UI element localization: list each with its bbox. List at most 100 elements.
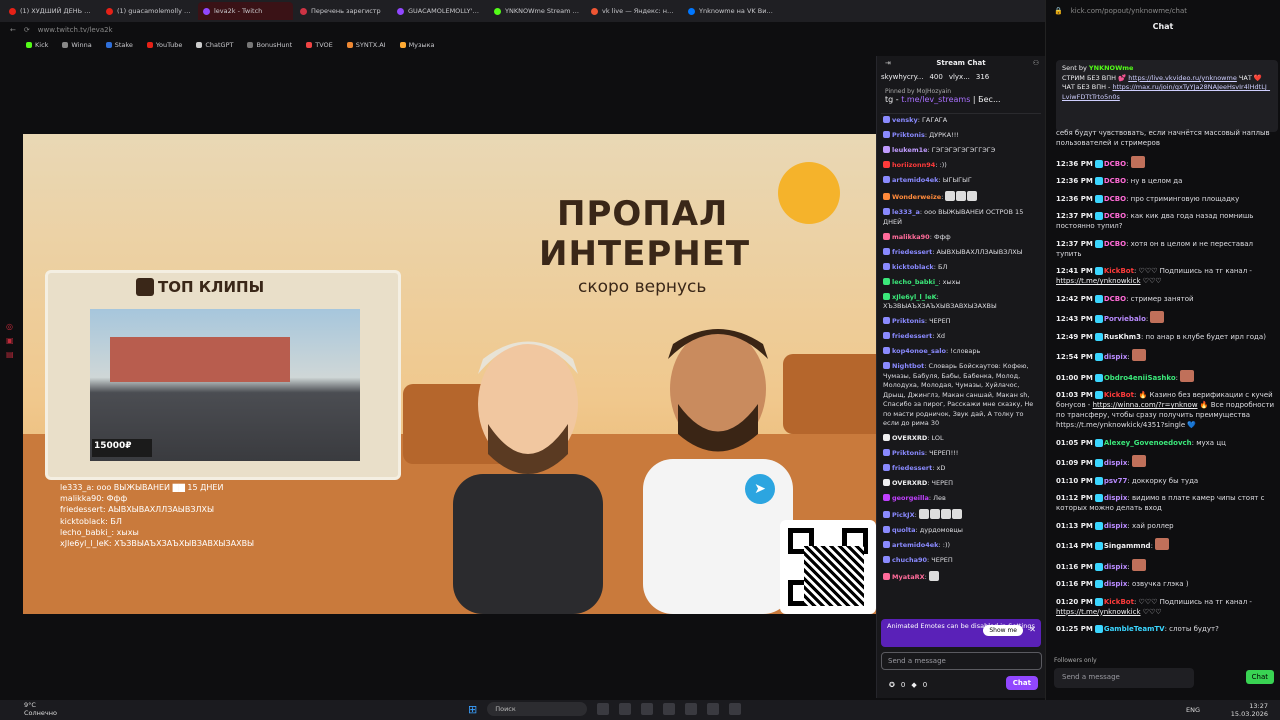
chat-link[interactable]: https://t.me/ynknowkick xyxy=(1056,608,1141,616)
language-indicator[interactable]: ENG xyxy=(1186,706,1200,714)
chat-username[interactable]: Alexey_Govenoedovch xyxy=(1104,439,1192,447)
chat-username[interactable]: RusKhm3 xyxy=(1104,333,1141,341)
telegram-icon[interactable] xyxy=(685,703,698,715)
chat-send-button[interactable]: Chat xyxy=(1005,676,1038,690)
tab-2[interactable]: leva2k - Twitch xyxy=(198,2,293,20)
popout-url[interactable]: kick.com/popout/ynknowme/chat xyxy=(1071,7,1187,15)
chat-username[interactable]: horiizonn94 xyxy=(892,161,935,169)
chat-username[interactable]: Singammnd xyxy=(1104,542,1151,550)
bookmark-3[interactable]: YouTube xyxy=(146,41,182,49)
chat-link[interactable]: https://winna.com/?r=ynknow xyxy=(1093,401,1198,409)
users-icon[interactable]: ⚇ xyxy=(1033,59,1039,67)
tab-7[interactable]: Ynknowme на VK Видео L xyxy=(683,2,778,20)
folder-icon[interactable] xyxy=(663,703,676,715)
chat-username[interactable]: le333_a xyxy=(892,208,920,216)
chat-username[interactable]: dispix xyxy=(1104,459,1128,467)
chat-username[interactable]: DCBO xyxy=(1104,212,1126,220)
chat-username[interactable]: KickBot xyxy=(1104,598,1134,606)
url-text[interactable]: www.twitch.tv/leva2k xyxy=(38,26,113,34)
chat-username[interactable]: KickBot xyxy=(1104,267,1134,275)
bookmark-8[interactable]: Музыка xyxy=(399,41,435,49)
bookmark-1[interactable]: Winna xyxy=(62,41,92,49)
taskview-icon[interactable] xyxy=(597,703,610,715)
popout-address-bar[interactable]: 🔒 kick.com/popout/ynknowme/chat xyxy=(1046,0,1280,22)
chat-username[interactable]: DCBO xyxy=(1104,240,1126,248)
chat-username[interactable]: MyataRX xyxy=(892,573,925,581)
yandex-icon[interactable] xyxy=(641,703,654,715)
bits-icon[interactable]: ◆ xyxy=(911,681,916,689)
pinned-link[interactable]: t.me/lev_streams xyxy=(901,95,970,104)
address-bar[interactable]: ← ⟳ www.twitch.tv/leva2k xyxy=(0,22,1045,38)
chat-username[interactable]: Obdro4eniiSashko xyxy=(1104,374,1176,382)
windows-icon[interactable]: ⊞ xyxy=(468,703,477,716)
tab-4[interactable]: GUACAMOLEMOLLY's Vi xyxy=(392,2,487,20)
chat-username[interactable]: psv77 xyxy=(1104,477,1127,485)
chat-username[interactable]: DCBO xyxy=(1104,295,1126,303)
chat-username[interactable]: georgeilla xyxy=(892,494,929,502)
bookmark-6[interactable]: TVOE xyxy=(306,41,333,49)
chat-username[interactable]: lecho_babki_ xyxy=(892,278,938,286)
tab-0[interactable]: (1) ХУДШИЙ ДЕНЬ в АОН xyxy=(4,2,99,20)
chat-username[interactable]: kop4onoe_salo xyxy=(892,347,946,355)
tab-3[interactable]: Перечень зарегистр xyxy=(295,2,390,20)
chat-username[interactable]: dispix xyxy=(1104,580,1128,588)
stream-chat-input[interactable]: Send a message xyxy=(881,652,1042,670)
back-icon[interactable]: ← xyxy=(10,26,16,34)
chat-username[interactable]: Wonderweize xyxy=(892,193,941,201)
chat-username[interactable]: dispix xyxy=(1104,353,1128,361)
chat-username[interactable]: OVERXRD xyxy=(892,434,927,442)
chat-username[interactable]: DCBO xyxy=(1104,177,1126,185)
chat-username[interactable]: artemido4ek xyxy=(892,176,938,184)
chat-username[interactable]: OVERXRD xyxy=(892,479,927,487)
chat-username[interactable]: dispix xyxy=(1104,494,1128,502)
chat-username[interactable]: Nightbot xyxy=(892,362,924,370)
tab-5[interactable]: YNKNOWme Stream - Wa xyxy=(489,2,584,20)
rec-icon[interactable]: ◎ xyxy=(6,320,14,334)
tab-1[interactable]: (1) guacamolemolly укус xyxy=(101,2,196,20)
chat-username[interactable]: chucha90 xyxy=(892,556,927,564)
chat-username[interactable]: dispix xyxy=(1104,522,1128,530)
taskbar-search[interactable]: Поиск xyxy=(487,702,588,716)
chat-username[interactable]: leukem1e xyxy=(892,146,928,154)
chat-username[interactable]: KickBot xyxy=(1104,391,1134,399)
pin-sender[interactable]: YNKNOWme xyxy=(1089,64,1134,72)
chat-username[interactable]: artemido4ek xyxy=(892,541,938,549)
bookmark-7[interactable]: SYNTX.AI xyxy=(346,41,386,49)
tab-6[interactable]: vk live — Яндекс: нашёл xyxy=(586,2,681,20)
popout-chat-input[interactable]: Send a message xyxy=(1054,668,1194,688)
pinned-message[interactable]: Pinned by MoJHozyain tg - t.me/lev_strea… xyxy=(881,86,1041,114)
chat-username[interactable]: Priktonis xyxy=(892,317,925,325)
chat-username[interactable]: kicktoblack xyxy=(892,263,934,271)
close-icon[interactable]: ✕ xyxy=(1029,625,1036,634)
steam-icon[interactable] xyxy=(707,703,720,715)
chat-username[interactable]: DCBO xyxy=(1104,195,1126,203)
chat-username[interactable]: Porviebalo xyxy=(1104,315,1146,323)
pin-link1[interactable]: https://live.vkvideo.ru/ynknowme xyxy=(1128,74,1237,82)
bookmark-5[interactable]: BonusHunt xyxy=(247,41,292,49)
bag-icon[interactable]: ▤ xyxy=(6,348,14,362)
chat-username[interactable]: DCBO xyxy=(1104,160,1126,168)
reload-icon[interactable]: ⟳ xyxy=(24,26,30,34)
chat-username[interactable]: friedessert xyxy=(892,248,932,256)
collapse-icon[interactable]: ⇥ xyxy=(885,59,891,67)
chat-username[interactable]: Priktonis xyxy=(892,449,925,457)
clock[interactable]: 13:27 15.03.2026 xyxy=(1231,702,1268,718)
chat-username[interactable]: GambleTeamTV xyxy=(1104,625,1165,633)
chat-username[interactable]: vensky xyxy=(892,116,918,124)
chat-link[interactable]: https://t.me/ynknowkick xyxy=(1056,277,1141,285)
chat-username[interactable]: friedessert xyxy=(892,464,932,472)
chat-username[interactable]: PickJX xyxy=(892,511,915,519)
chat-username[interactable]: quolta xyxy=(892,526,915,534)
browser-icon[interactable] xyxy=(619,703,632,715)
chat-icon[interactable]: ▣ xyxy=(6,334,14,348)
chat-username[interactable]: Priktonis xyxy=(892,131,925,139)
chat-username[interactable]: dispix xyxy=(1104,563,1128,571)
chat-username[interactable]: friedessert xyxy=(892,332,932,340)
settings-icon[interactable] xyxy=(729,703,742,715)
popout-chat-button[interactable]: Chat xyxy=(1245,670,1274,684)
weather-widget[interactable]: 9°C Солнечно xyxy=(24,701,57,717)
show-me-button[interactable]: Show me xyxy=(983,625,1023,636)
chat-username[interactable]: malikka90 xyxy=(892,233,930,241)
chat-username[interactable]: xJle6yl_l_leK xyxy=(892,293,937,301)
clip-thumbnail[interactable]: 15000₽ xyxy=(90,309,360,461)
